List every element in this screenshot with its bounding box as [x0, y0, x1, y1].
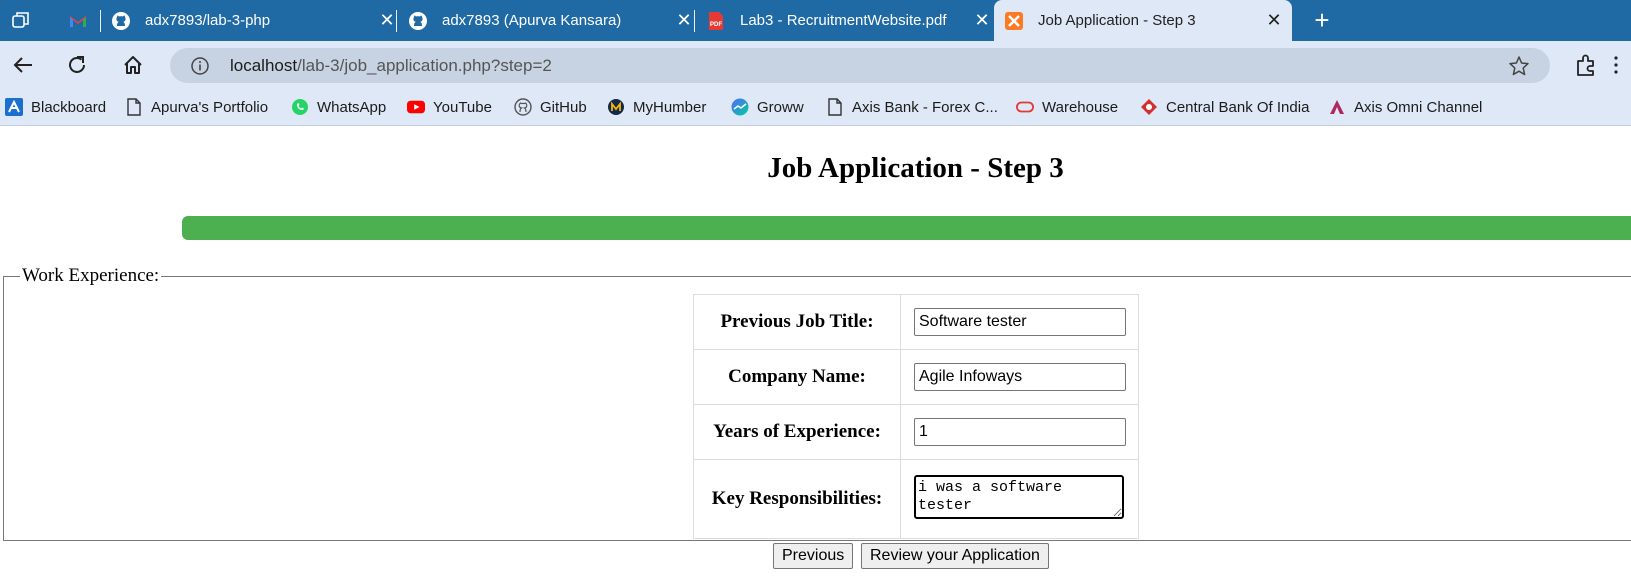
bookmark-axis-forex[interactable]: Axis Bank - Forex C... [826, 97, 998, 117]
form-row: Key Responsibilities: i was a software t… [693, 459, 1139, 539]
form-cell [900, 349, 1139, 405]
gmail-icon [68, 11, 88, 31]
bookmark-myhumber[interactable]: MyHumber [607, 97, 706, 117]
progress-bar [182, 216, 1631, 240]
axis-icon [1328, 98, 1346, 116]
bookmark-blackboard[interactable]: Blackboard [5, 97, 106, 117]
github-icon [111, 11, 131, 31]
xampp-icon [1004, 11, 1024, 31]
progress-bar-fill [182, 216, 1631, 240]
bookmark-axis-omni[interactable]: Axis Omni Channel [1328, 97, 1482, 117]
github-icon [514, 98, 532, 116]
form-row: Previous Job Title: [693, 294, 1139, 350]
bookmark-label: Groww [757, 98, 804, 116]
tab-job-application[interactable]: Job Application - Step 3 ✕ [994, 0, 1292, 41]
bookmark-warehouse[interactable]: Warehouse [1016, 97, 1118, 117]
tab-title: Job Application - Step 3 [1038, 12, 1196, 29]
bookmark-label: Apurva's Portfolio [151, 98, 269, 116]
groww-icon [731, 98, 749, 116]
url-text[interactable]: localhost/lab-3/job_application.php?step… [230, 56, 552, 76]
tab-close-button[interactable]: ✕ [377, 10, 397, 30]
bookmark-label: WhatsApp [317, 98, 387, 116]
blackboard-icon [5, 98, 23, 116]
company-name-input[interactable] [914, 363, 1126, 391]
bookmark-label: Axis Omni Channel [1354, 98, 1483, 116]
new-tab-button[interactable]: + [1308, 7, 1336, 35]
bookmark-star-icon[interactable] [1508, 55, 1530, 77]
form-row: Company Name: [693, 349, 1139, 405]
tab-strip: adx7893/lab-3-php ✕ adx7893 (Apurva Kans… [0, 0, 1631, 41]
home-button[interactable] [118, 50, 148, 80]
form-row: Years of Experience: [693, 404, 1139, 460]
browser-toolbar: localhost/lab-3/job_application.php?step… [0, 41, 1631, 89]
bookmark-github[interactable]: GitHub [514, 97, 587, 117]
page-icon [125, 98, 143, 116]
more-menu-icon[interactable] [1614, 55, 1618, 75]
svg-text:PDF: PDF [710, 22, 722, 28]
previous-button[interactable]: Previous [773, 543, 854, 569]
bookmark-label: Axis Bank - Forex C... [852, 98, 998, 116]
tab-github-profile[interactable]: adx7893 (Apurva Kansara) ✕ [398, 0, 694, 41]
back-arrow-icon [13, 57, 32, 73]
tab-close-button[interactable]: ✕ [972, 10, 992, 30]
tab-separator [694, 10, 695, 32]
fieldset-legend: Work Experience: [22, 265, 160, 286]
central-bank-icon [1140, 98, 1158, 116]
page-title: Job Application - Step 3 [767, 152, 1064, 184]
previous-job-title-input[interactable] [914, 308, 1126, 336]
bookmark-youtube[interactable]: YouTube [407, 97, 492, 117]
tab-title: Lab3 - RecruitmentWebsite.pdf [740, 12, 947, 29]
tab-pdf[interactable]: PDF Lab3 - RecruitmentWebsite.pdf ✕ [696, 0, 992, 41]
bookmark-portfolio[interactable]: Apurva's Portfolio [125, 97, 268, 117]
bookmark-label: Central Bank Of India [1166, 98, 1310, 116]
workspaces-icon [12, 12, 29, 28]
bookmark-label: MyHumber [633, 98, 707, 116]
page-icon [826, 98, 844, 116]
bookmark-central-bank[interactable]: Central Bank Of India [1140, 97, 1309, 117]
warehouse-icon [1016, 98, 1034, 116]
form-cell [900, 404, 1139, 460]
github-icon [408, 11, 428, 31]
key-responsibilities-textarea[interactable]: i was a software tester [914, 474, 1124, 519]
company-name-label: Company Name: [693, 349, 901, 405]
tab-separator [396, 10, 397, 32]
bookmark-label: Warehouse [1042, 98, 1119, 116]
pdf-icon: PDF [706, 11, 726, 31]
bookmark-label: Blackboard [31, 98, 107, 116]
url-path: /lab-3/job_application.php?step=2 [297, 56, 552, 75]
bookmark-groww[interactable]: Groww [731, 97, 804, 117]
workspaces-button[interactable] [6, 6, 36, 36]
tab-github-repo[interactable]: adx7893/lab-3-php ✕ [101, 0, 396, 41]
key-responsibilities-label: Key Responsibilities: [693, 459, 901, 539]
tab-close-button[interactable]: ✕ [1264, 10, 1284, 30]
reload-icon [69, 56, 85, 73]
years-experience-input[interactable] [914, 418, 1126, 446]
bookmark-whatsapp[interactable]: WhatsApp [291, 97, 386, 117]
home-icon [124, 56, 142, 74]
years-experience-label: Years of Experience: [693, 404, 901, 460]
back-button[interactable] [8, 50, 38, 80]
whatsapp-icon [291, 98, 309, 116]
address-bar[interactable]: localhost/lab-3/job_application.php?step… [170, 48, 1550, 83]
tab-title: adx7893/lab-3-php [145, 12, 271, 29]
form-cell: i was a software tester [900, 459, 1139, 539]
work-experience-form: Previous Job Title: Company Name: Years … [693, 294, 1139, 539]
bookmark-label: GitHub [540, 98, 587, 116]
tab-title: adx7893 (Apurva Kansara) [442, 12, 622, 29]
myhumber-icon [607, 98, 625, 116]
tab-gmail[interactable] [58, 0, 100, 41]
bookmarks-bar: Blackboard Apurva's Portfolio WhatsApp Y… [0, 89, 1631, 126]
previous-job-title-label: Previous Job Title: [693, 294, 901, 350]
tab-close-button[interactable]: ✕ [674, 10, 694, 30]
url-host: localhost [230, 56, 298, 75]
site-info-icon[interactable] [190, 56, 210, 76]
extensions-icon[interactable] [1572, 51, 1600, 79]
form-cell [900, 294, 1139, 350]
review-application-button[interactable]: Review your Application [861, 543, 1049, 569]
bookmark-label: YouTube [433, 98, 492, 116]
youtube-icon [407, 98, 425, 116]
reload-button[interactable] [62, 50, 92, 80]
